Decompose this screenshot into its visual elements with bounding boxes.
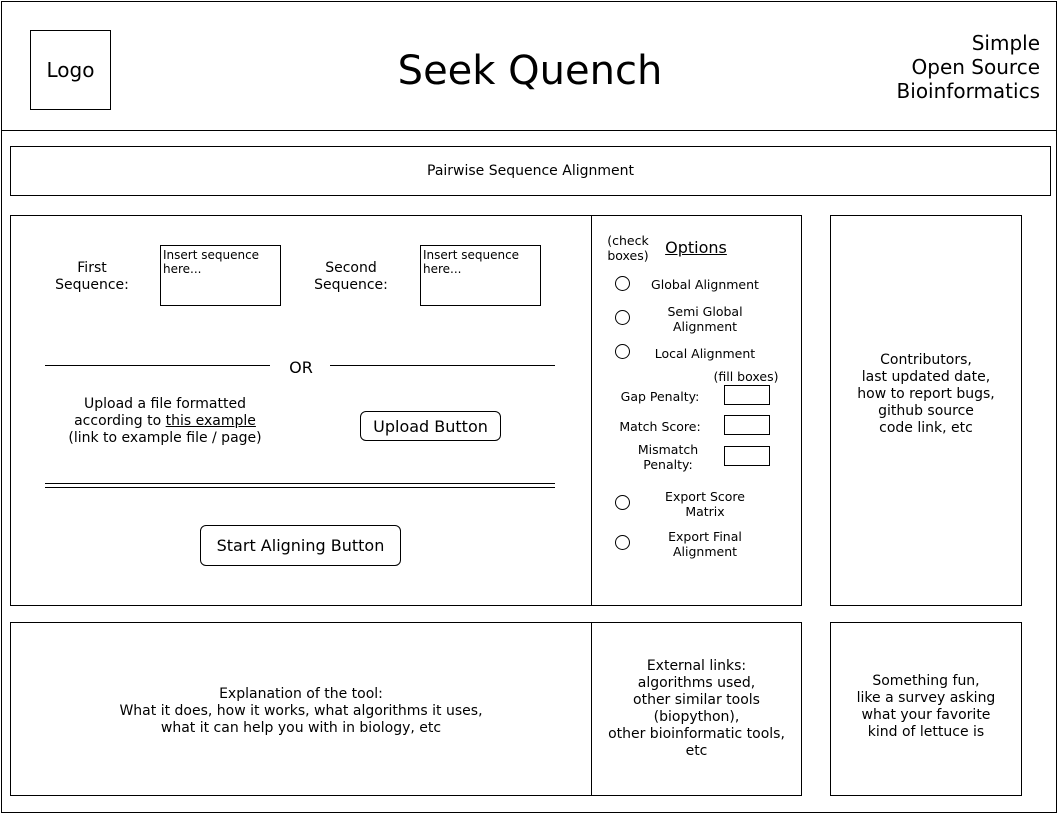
global-alignment-label: Global Alignment [651, 277, 759, 292]
external-links-line: other similar tools [633, 692, 760, 708]
upload-text-prefix: according to [74, 413, 166, 429]
upload-text-line: (link to example file / page) [68, 430, 262, 446]
tagline-line: Simple [971, 31, 1040, 55]
external-links-line: etc [685, 743, 708, 759]
external-links-line: (biopython), [653, 709, 740, 725]
label-line: Alignment [672, 544, 738, 559]
upload-text-line: Upload a file formatted [83, 396, 246, 412]
check-boxes-note: (check boxes) [603, 233, 653, 263]
upload-instructions: Upload a file formatted according to thi… [45, 396, 285, 447]
explanation-line: Explanation of the tool: [219, 685, 383, 702]
tool-banner: Pairwise Sequence Alignment [10, 146, 1051, 196]
export-score-matrix-radio[interactable] [615, 495, 630, 510]
label-line: Penalty: [643, 457, 693, 472]
logo-label: Logo [46, 58, 95, 82]
tagline-line: Bioinformatics [896, 79, 1040, 103]
export-final-alignment-radio[interactable] [615, 535, 630, 550]
fun-line: what your favorite [861, 707, 991, 723]
export-score-matrix-label: Export Score Matrix [640, 489, 770, 519]
note-line: boxes) [607, 248, 649, 263]
label-line: Second [325, 260, 377, 276]
second-sequence-label: Second Sequence: [305, 260, 397, 294]
label-line: Matrix [685, 504, 725, 519]
tagline-line: Open Source [911, 55, 1040, 79]
fun-line: Something fun, [872, 673, 980, 689]
match-score-label: Match Score: [619, 419, 701, 434]
export-final-alignment-label: Export Final Alignment [640, 529, 770, 559]
contributors-line: github source [878, 403, 974, 419]
options-title: Options [665, 238, 727, 257]
label-line: Semi Global [667, 304, 743, 319]
first-sequence-label: First Sequence: [46, 260, 138, 294]
second-sequence-input[interactable] [420, 245, 541, 306]
tagline: Simple Open Source Bioinformatics [880, 31, 1040, 103]
explanation-panel: Explanation of the tool: What it does, h… [10, 622, 592, 796]
or-label: OR [289, 358, 313, 377]
contributors-line: code link, etc [879, 420, 973, 436]
fun-line: kind of lettuce is [867, 724, 985, 740]
external-links-line: other bioinformatic tools, [608, 726, 785, 742]
label-line: Export Final [668, 529, 742, 544]
label-line: Export Score [665, 489, 745, 504]
explanation-line: what it can help you with in biology, et… [160, 719, 442, 736]
tool-name: Pairwise Sequence Alignment [427, 163, 634, 179]
contributors-line: Contributors, [880, 352, 972, 368]
section-divider [45, 483, 555, 484]
upload-text-line: according to this example [45, 413, 285, 430]
external-links-panel: External links: algorithms used, other s… [591, 622, 802, 796]
mismatch-penalty-label: Mismatch Penalty: [613, 442, 723, 472]
semi-global-alignment-radio[interactable] [615, 310, 630, 325]
logo[interactable]: Logo [30, 30, 111, 110]
note-line: (check [607, 233, 649, 248]
page-title: Seek Quench [397, 48, 663, 94]
label-line: First [77, 260, 107, 276]
contributors-line: how to report bugs, [857, 386, 995, 402]
header-divider [1, 130, 1057, 131]
local-alignment-radio[interactable] [615, 344, 630, 359]
mismatch-penalty-input[interactable] [724, 446, 770, 466]
gap-penalty-input[interactable] [724, 385, 770, 405]
start-aligning-button[interactable]: Start Aligning Button [200, 525, 401, 566]
gap-penalty-label: Gap Penalty: [620, 389, 700, 404]
global-alignment-radio[interactable] [615, 276, 630, 291]
match-score-input[interactable] [724, 415, 770, 435]
fun-line: like a survey asking [856, 690, 996, 706]
contributors-line: last updated date, [861, 369, 991, 385]
external-links-line: algorithms used, [637, 675, 756, 691]
first-sequence-input[interactable] [160, 245, 281, 306]
label-line: Sequence: [314, 277, 388, 293]
upload-button[interactable]: Upload Button [360, 411, 501, 441]
semi-global-alignment-label: Semi Global Alignment [640, 304, 770, 334]
label-line: Mismatch [637, 442, 699, 457]
fun-panel: Something fun, like a survey asking what… [830, 622, 1022, 796]
example-file-link[interactable]: this example [166, 413, 256, 429]
section-divider [45, 487, 555, 488]
local-alignment-label: Local Alignment [654, 346, 756, 361]
label-line: Sequence: [55, 277, 129, 293]
or-divider-right [330, 365, 555, 366]
contributors-panel: Contributors, last updated date, how to … [830, 215, 1022, 606]
fill-boxes-note: (fill boxes) [713, 369, 779, 384]
or-divider-left [45, 365, 270, 366]
explanation-line: What it does, how it works, what algorit… [119, 702, 483, 719]
label-line: Alignment [672, 319, 738, 334]
external-links-line: External links: [646, 658, 747, 674]
